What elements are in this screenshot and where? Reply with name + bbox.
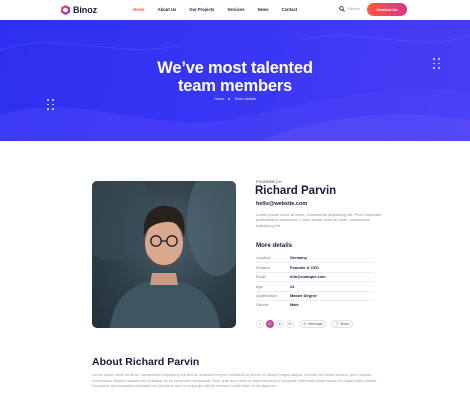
share-label: Share [340,322,350,326]
detail-value: Founder & CEO [290,265,319,270]
hexagon-logo-icon [61,5,70,15]
member-email[interactable]: hello@website.com [256,201,307,207]
linkedin-icon[interactable]: in [276,320,284,328]
page-title: We’ve most talented team members [0,59,470,95]
breadcrumb-separator [228,98,231,100]
member-name: Richard Parvin [255,185,337,197]
detail-row-email: Email info@example.com [256,274,356,281]
message-button[interactable]: ✉ Message [300,320,326,328]
breadcrumb-current: Team details [234,97,256,101]
contact-us-button[interactable]: Contact Us [367,3,407,16]
chat-icon: ✉ [303,322,307,326]
portrait-illustration [92,181,236,328]
team-member-photo [92,181,236,328]
divider [256,291,374,292]
detail-value: 24 [290,284,295,289]
search-box[interactable]: Search [339,6,360,12]
brand-logo[interactable]: Binoz [61,4,97,16]
detail-row-position: Position Founder & CEO [256,265,356,272]
share-icon: ⤴ [334,321,339,326]
email-icon[interactable]: ✉ [286,320,294,328]
member-role: FOUNDER-CO [256,180,282,184]
page-hero-banner: We’ve most talented team members Home Tea… [0,20,470,141]
member-bio: Lorem ipsum dolor sit amet, consectetur … [256,212,382,228]
detail-value: Master Degree [290,293,317,298]
brand-name: Binoz [73,5,97,15]
menu-item-services[interactable]: Services [227,7,244,12]
menu-item-home[interactable]: Home [133,7,145,12]
detail-label: Age [256,284,263,289]
menu-item-about-us[interactable]: About Us [158,7,177,12]
more-details-heading: More details [256,242,293,249]
facebook-icon[interactable]: f [256,320,264,328]
page-title-line-1: We’ve most talented [157,59,313,77]
menu-item-news[interactable]: News [258,7,269,12]
detail-label: Qualification [256,293,278,298]
detail-value: Germany [290,255,307,260]
menu-item-our-projects[interactable]: Our Projects [189,7,214,12]
detail-label: Email [256,274,266,279]
divider [256,262,374,263]
main-menu: Home About Us Our Projects Services News… [133,7,297,12]
detail-label: Gender [256,302,269,307]
share-button[interactable]: ⤴ Share [331,320,353,328]
detail-row-location: Location Germany [256,255,356,262]
breadcrumb: Home Team details [0,97,470,101]
breadcrumb-home[interactable]: Home [214,97,224,101]
detail-value[interactable]: info@example.com [290,274,326,281]
detail-row-gender: Gender Male [256,302,356,309]
divider [256,272,374,273]
detail-row-qualification: Qualification Master Degree [256,293,356,300]
search-label: Search [348,7,361,11]
about-heading: About Richard Parvin [92,356,200,368]
divider [256,281,374,282]
divider [256,300,374,301]
instagram-icon[interactable]: ◎ [266,320,274,328]
top-navigation: Binoz Home About Us Our Projects Service… [0,0,470,20]
search-icon[interactable] [339,6,345,12]
message-label: Message [308,322,323,326]
detail-row-age: Age 24 [256,284,356,291]
menu-item-contact[interactable]: Contact [282,7,298,12]
detail-label: Location [256,255,271,260]
about-paragraph: Lorem ipsum dolor sit amet, consectetur … [92,372,378,389]
detail-label: Position [256,265,270,270]
page-title-line-2: team members [177,77,293,95]
detail-value: Male [290,302,299,307]
